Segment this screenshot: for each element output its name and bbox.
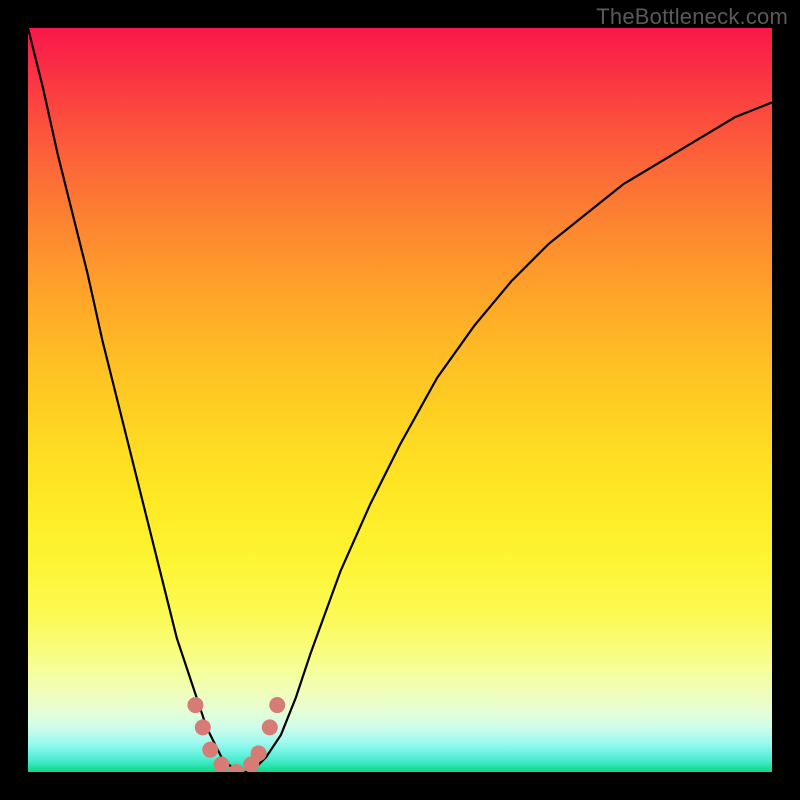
curve-layer — [28, 28, 772, 772]
plot-area — [28, 28, 772, 772]
chart-frame: TheBottleneck.com — [0, 0, 800, 800]
curve-marker — [269, 697, 285, 713]
curve-marker — [195, 719, 211, 735]
curve-marker — [262, 719, 278, 735]
bottleneck-curve — [28, 28, 772, 772]
curve-marker — [202, 742, 218, 758]
curve-marker — [213, 757, 229, 772]
curve-marker — [251, 745, 267, 761]
curve-marker — [187, 697, 203, 713]
watermark-text: TheBottleneck.com — [596, 4, 788, 30]
